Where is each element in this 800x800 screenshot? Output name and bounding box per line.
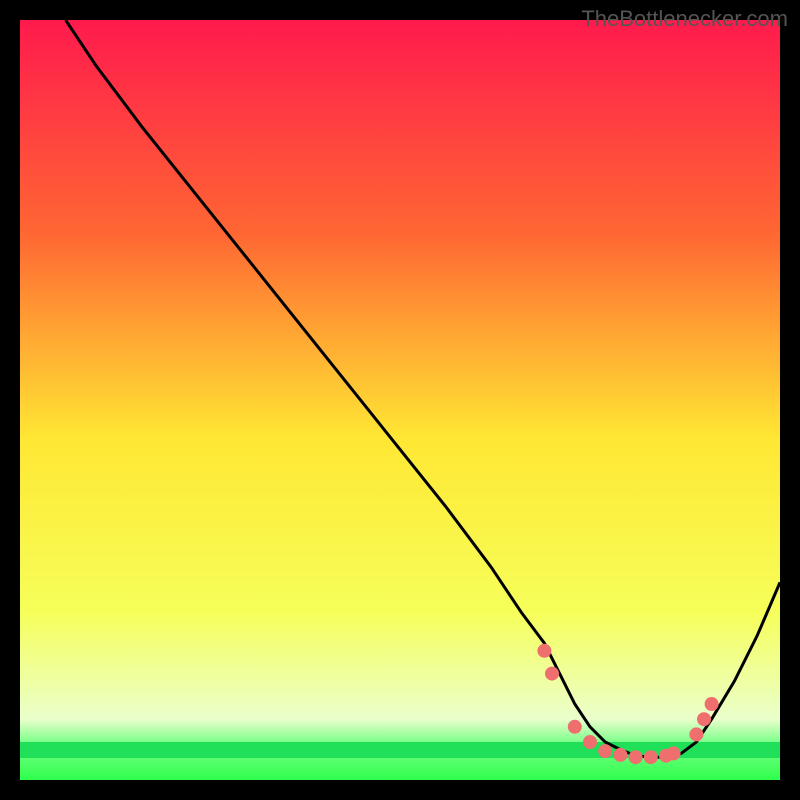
data-marker [568, 720, 582, 734]
data-marker [644, 750, 658, 764]
data-marker [705, 697, 719, 711]
data-marker [613, 748, 627, 762]
bottleneck-chart [20, 20, 780, 780]
data-marker [689, 727, 703, 741]
data-marker [537, 644, 551, 658]
gradient-background [20, 20, 780, 780]
data-marker [598, 744, 612, 758]
data-marker [629, 750, 643, 764]
data-marker [583, 735, 597, 749]
watermark-text: TheBottlenecker.com [581, 6, 788, 32]
data-marker [667, 746, 681, 760]
data-marker [697, 712, 711, 726]
data-marker [545, 667, 559, 681]
